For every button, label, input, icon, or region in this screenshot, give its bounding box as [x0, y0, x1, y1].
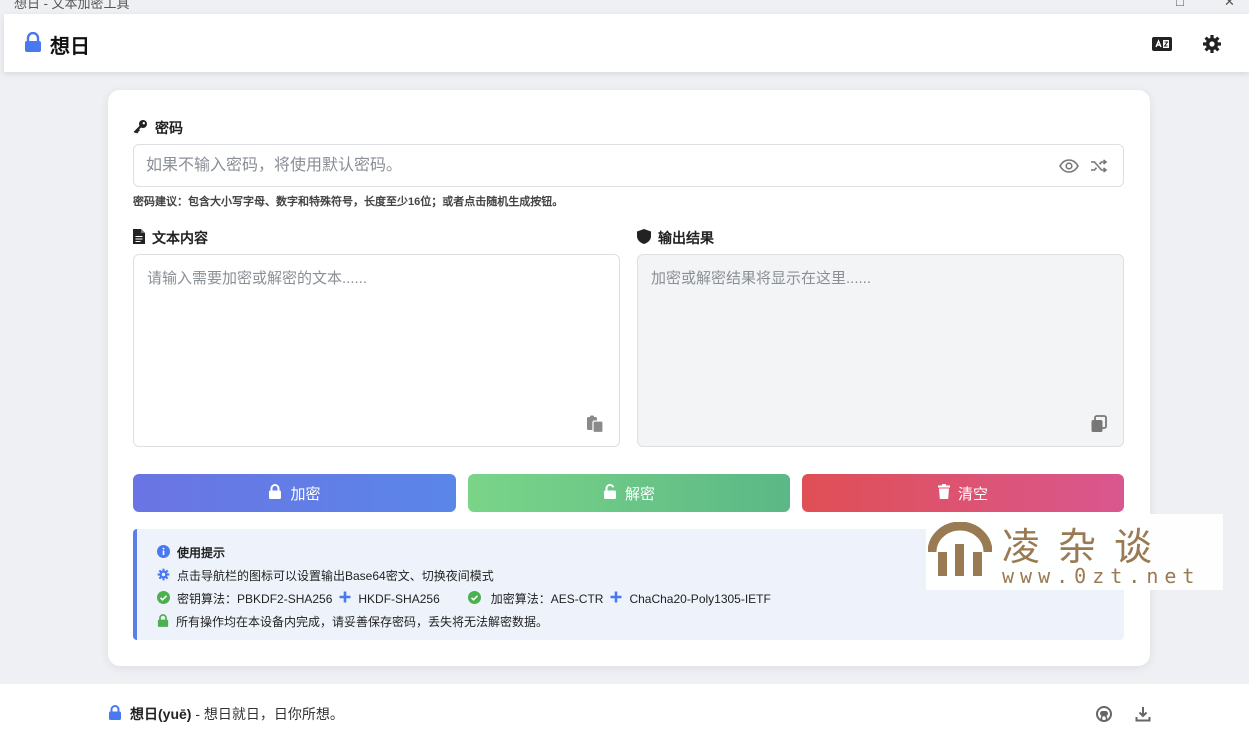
password-hint: 密码建议：包含大小写字母、数字和特殊符号，长度至少16位；或者点击随机生成按钮。 [133, 196, 564, 208]
copy-icon[interactable] [1089, 414, 1109, 434]
eye-icon[interactable] [1058, 155, 1080, 177]
clear-button[interactable]: 清空 [802, 474, 1124, 512]
document-icon [133, 229, 145, 247]
minimize-button[interactable]: □ [1176, 0, 1184, 9]
brand: 想日 [24, 30, 90, 59]
decrypt-button[interactable]: 解密 [468, 474, 790, 512]
tip-settings: 点击导航栏的图标可以设置输出Base64密文、切换夜间模式 [157, 567, 494, 584]
window-titlebar: 想日 - 文本加密工具 □ ✕ [0, 0, 1249, 14]
lock-icon [268, 483, 282, 503]
watermark-logo-icon [927, 521, 993, 587]
language-card-icon[interactable] [1150, 32, 1174, 56]
password-field[interactable] [133, 144, 1124, 187]
gear-icon[interactable] [1200, 32, 1224, 56]
tip-algorithms: 密钥算法： PBKDF2-SHA256 HKDF-SHA256 加密算法： AE… [157, 590, 771, 607]
footer-name: 想日(yuē) [130, 706, 192, 722]
shield-icon [637, 229, 651, 247]
output-text-label: 输出结果 [637, 228, 714, 248]
shuffle-icon[interactable] [1088, 155, 1110, 177]
lock-icon [24, 31, 42, 58]
password-input[interactable] [146, 145, 1046, 186]
tips-title: 使用提示 [157, 544, 225, 561]
lock-icon [108, 705, 122, 723]
output-textarea[interactable] [638, 255, 1123, 446]
lock-icon [157, 613, 169, 630]
key-icon [133, 119, 148, 137]
watermark: 凌杂谈 www.0zt.net [926, 514, 1223, 590]
app-header: 想日 [4, 14, 1249, 72]
plus-icon [610, 591, 622, 606]
encrypt-button[interactable]: 加密 [133, 474, 456, 512]
watermark-url: www.0zt.net [1002, 564, 1201, 588]
paste-icon[interactable] [585, 414, 605, 434]
info-icon [157, 544, 170, 561]
github-icon[interactable] [1095, 705, 1113, 723]
download-icon[interactable] [1134, 705, 1152, 723]
check-circle-icon [467, 590, 481, 607]
app-footer: 想日(yuē) - 想日就日，日你所想。 [0, 684, 1249, 741]
check-circle-icon [157, 590, 170, 607]
trash-icon [937, 483, 950, 503]
window-title: 想日 - 文本加密工具 [14, 0, 130, 11]
footer-tagline: - 想日就日，日你所想。 [191, 706, 344, 722]
input-text-area[interactable] [133, 254, 620, 447]
gear-icon [157, 568, 170, 584]
watermark-text: 凌杂谈 [1002, 525, 1171, 569]
tip-local: 所有操作均在本设备内完成，请妥善保存密码，丢失将无法解密数据。 [157, 613, 548, 630]
footer-brand: 想日(yuē) - 想日就日，日你所想。 [108, 704, 344, 724]
password-label: 密码 [133, 118, 183, 138]
plus-icon [339, 591, 351, 606]
app-name: 想日 [50, 36, 90, 58]
close-button[interactable]: ✕ [1224, 0, 1235, 10]
unlock-icon [603, 483, 617, 503]
input-text-label: 文本内容 [133, 228, 208, 248]
output-text-area[interactable] [637, 254, 1124, 447]
input-textarea[interactable] [134, 255, 619, 446]
